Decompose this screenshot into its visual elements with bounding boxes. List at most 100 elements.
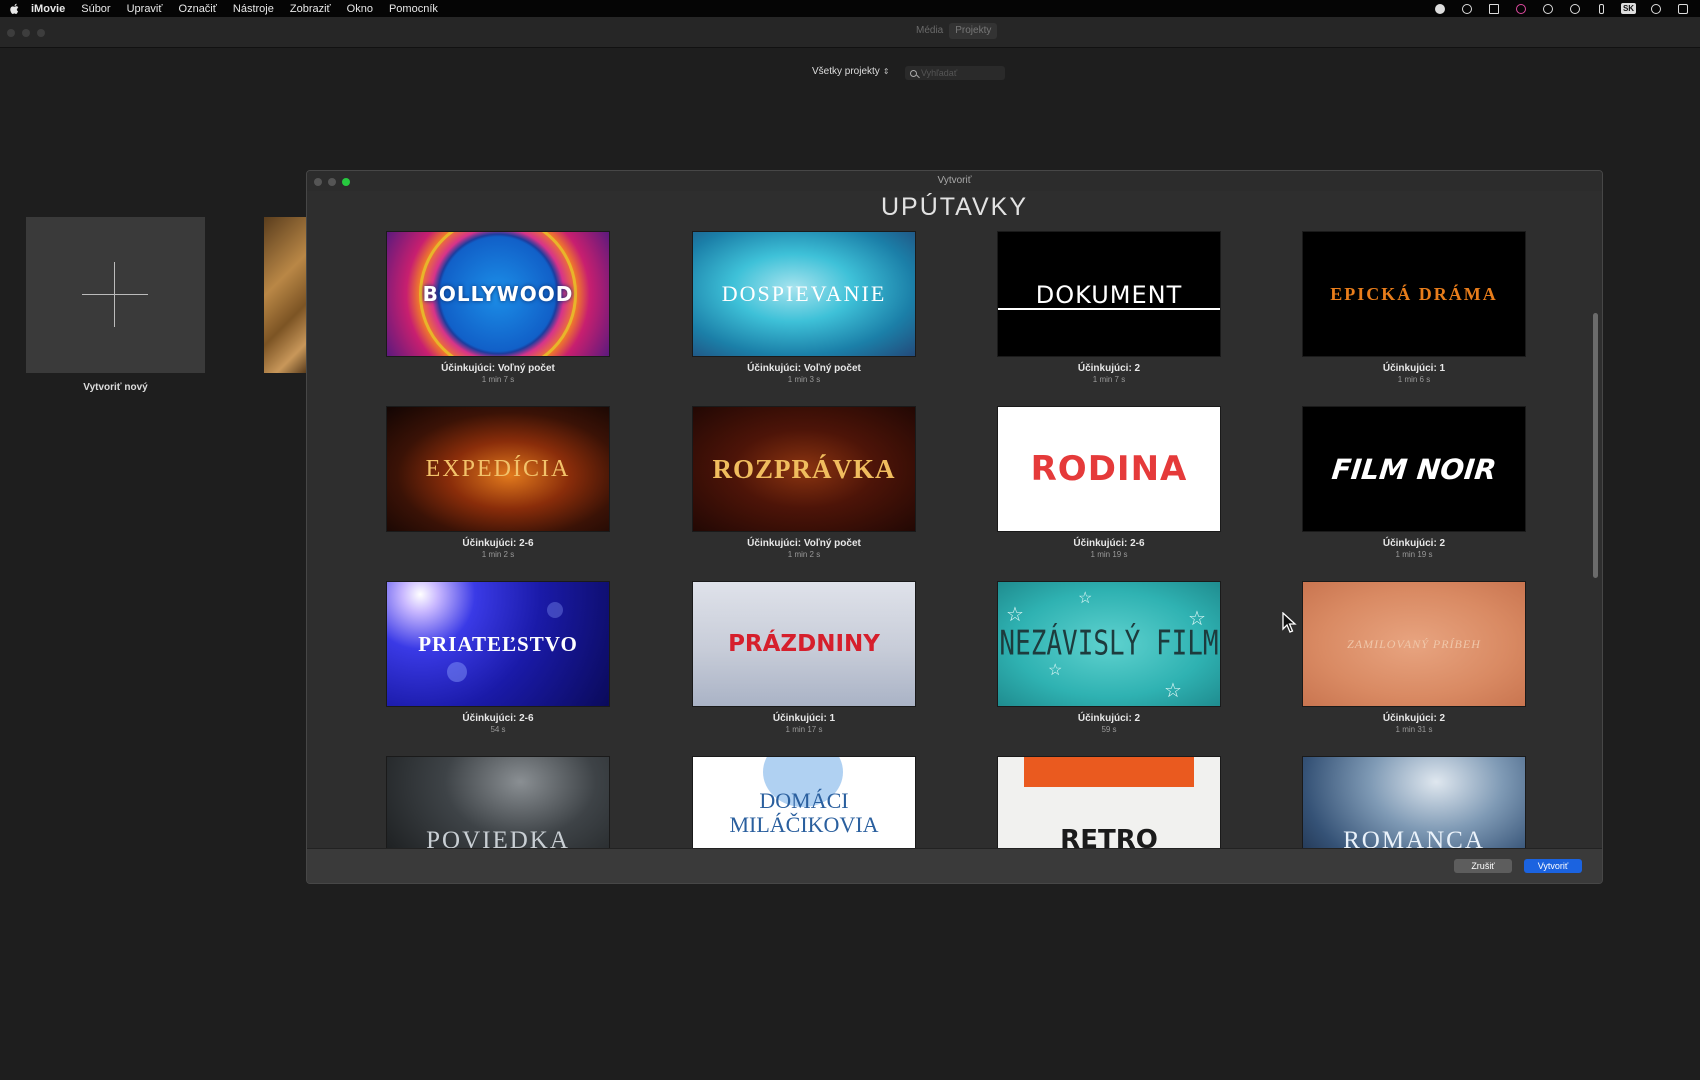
menu-edit[interactable]: Upraviť: [127, 3, 163, 15]
main-toolbar: Média Projekty: [0, 17, 1700, 48]
trailer-tile-dokument[interactable]: DOKUMENT Účinkujúci: 2 1 min 7 s: [997, 231, 1221, 384]
play-circle-icon[interactable]: [1561, 0, 1588, 17]
user-icon[interactable]: [1642, 0, 1669, 17]
create-button[interactable]: Vytvoriť: [1524, 859, 1582, 873]
bluetooth-icon[interactable]: [1588, 0, 1615, 17]
dialog-footer: Zrušiť Vytvoriť: [307, 848, 1602, 883]
trailer-tile-bollywood[interactable]: BOLLYWOOD Účinkujúci: Voľný počet 1 min …: [386, 231, 610, 384]
zoom-window-button[interactable]: [37, 29, 45, 37]
trailer-title: ROMANCA: [1343, 827, 1485, 848]
search-field[interactable]: Vyhľadať: [905, 66, 1005, 80]
plus-icon-vertical: [114, 262, 115, 327]
star-icon: ☆: [1164, 680, 1182, 702]
mouse-cursor-icon: [1282, 612, 1297, 633]
trailer-cast: Účinkujúci: 2-6: [462, 538, 534, 549]
trailer-cast: Účinkujúci: Voľný počet: [747, 363, 861, 374]
cloud-icon[interactable]: [1534, 0, 1561, 17]
trailer-tile-rodina[interactable]: RODINA Účinkujúci: 2-6 1 min 19 s: [997, 406, 1221, 559]
menu-help[interactable]: Pomocník: [389, 3, 438, 15]
trailer-duration: 1 min 2 s: [481, 550, 515, 559]
trailer-tile-expedicia[interactable]: EXPEDÍCIA Účinkujúci: 2-6 1 min 2 s: [386, 406, 610, 559]
create-dialog: Vytvoriť UPÚTAVKY BOLLYWOOD Účinkujúci: …: [306, 170, 1603, 884]
menu-bar: iMovie Súbor Upraviť Označiť Nástroje Zo…: [0, 0, 1700, 17]
trailer-tile-dospievanie[interactable]: DOSPIEVANIE Účinkujúci: Voľný počet 1 mi…: [692, 231, 916, 384]
control-center-icon[interactable]: [1669, 0, 1696, 17]
tab-projects[interactable]: Projekty: [949, 23, 998, 39]
trailer-tile-retro[interactable]: RETRO: [997, 756, 1221, 848]
menu-mark[interactable]: Označiť: [179, 3, 217, 15]
dialog-title: Vytvoriť: [937, 175, 972, 186]
trailer-thumbnail: RODINA: [997, 406, 1221, 532]
trailer-title: DOSPIEVANIE: [721, 281, 887, 306]
trailer-thumbnail: POVIEDKA: [386, 756, 610, 848]
dialog-titlebar: Vytvoriť: [307, 171, 1602, 191]
trailer-cast: Účinkujúci: 1: [772, 713, 836, 724]
trailer-cast: Účinkujúci: Voľný počet: [747, 538, 861, 549]
trailer-tile-film-noir[interactable]: FILM NOIR Účinkujúci: 2 1 min 19 s: [1302, 406, 1526, 559]
cancel-button[interactable]: Zrušiť: [1454, 859, 1512, 873]
project-thumbnail[interactable]: [264, 217, 306, 373]
trailer-thumbnail: ☆ ☆ ☆ ☆ ☆ NEZÁVISLÝ FILM: [997, 581, 1221, 707]
trailer-title: DOKUMENT: [1035, 281, 1183, 309]
browser-segmented-control: Média Projekty: [910, 23, 998, 39]
trailer-thumbnail: RETRO: [997, 756, 1221, 848]
trailer-tile-zamilovany-pribeh[interactable]: ZAMILOVANÝ PRÍBEH Účinkujúci: 2 1 min 31…: [1302, 581, 1526, 734]
trailer-title: POVIEDKA: [426, 827, 570, 848]
trailer-cast: Účinkujúci: 2-6: [462, 713, 534, 724]
trailer-thumbnail: EPICKÁ DRÁMA: [1302, 231, 1526, 357]
trailer-thumbnail: DOKUMENT: [997, 231, 1221, 357]
color-picker-icon[interactable]: [1507, 0, 1534, 17]
trailer-thumbnail: PRÁZDNINY: [692, 581, 916, 707]
list-icon[interactable]: [1480, 0, 1507, 17]
trailer-title: EPICKÁ DRÁMA: [1330, 283, 1498, 304]
trailers-heading: UPÚTAVKY: [880, 193, 1029, 221]
record-icon[interactable]: [1426, 0, 1453, 17]
trailer-duration: 1 min 7 s: [1092, 375, 1126, 384]
trailer-thumbnail: BOLLYWOOD: [386, 231, 610, 357]
trailer-thumbnail: DOSPIEVANIE: [692, 231, 916, 357]
trailer-tile-domaci-milackovia[interactable]: DOMÁCI MILÁČIKOVIA: [692, 756, 916, 848]
menu-file[interactable]: Súbor: [81, 3, 110, 15]
trailer-tile-nezavisly-film[interactable]: ☆ ☆ ☆ ☆ ☆ NEZÁVISLÝ FILM Účinkujúci: 2 5…: [997, 581, 1221, 734]
menu-window[interactable]: Okno: [347, 3, 373, 15]
trailer-title: FILM NOIR: [1330, 452, 1498, 486]
trailer-tile-priatelstvo[interactable]: PRIATEĽSTVO Účinkujúci: 2-6 54 s: [386, 581, 610, 734]
trailer-title: ROZPRÁVKA: [712, 453, 896, 484]
close-window-button[interactable]: [7, 29, 15, 37]
trailer-title: DOMÁCI MILÁČIKOVIA: [729, 788, 879, 837]
trailer-thumbnail: ZAMILOVANÝ PRÍBEH: [1302, 581, 1526, 707]
trailer-title: RODINA: [1030, 449, 1188, 489]
trailer-title: PRÁZDNINY: [728, 631, 880, 657]
vertical-scrollbar[interactable]: [1593, 313, 1598, 578]
trailer-thumbnail: EXPEDÍCIA: [386, 406, 610, 532]
trailer-tile-rozpravka[interactable]: ROZPRÁVKA Účinkujúci: Voľný počet 1 min …: [692, 406, 916, 559]
trailer-tile-romanca[interactable]: ROMANCA: [1302, 756, 1526, 848]
minimize-window-button[interactable]: [22, 29, 30, 37]
project-filter-popup[interactable]: Všetky projekty ⇕: [812, 66, 890, 77]
trailer-tile-epicka-drama[interactable]: EPICKÁ DRÁMA Účinkujúci: 1 1 min 6 s: [1302, 231, 1526, 384]
keyboard-layout-indicator[interactable]: SK: [1615, 0, 1642, 17]
brightness-icon[interactable]: [1453, 0, 1480, 17]
create-new-project-tile[interactable]: [26, 217, 205, 373]
trailer-tile-prazdniny[interactable]: PRÁZDNINY Účinkujúci: 1 1 min 17 s: [692, 581, 916, 734]
trailer-tile-poviedka[interactable]: POVIEDKA: [386, 756, 610, 848]
search-placeholder: Vyhľadať: [921, 68, 958, 78]
apple-icon[interactable]: [9, 3, 21, 15]
trailer-title: RETRO: [1060, 825, 1158, 848]
trailer-title: BOLLYWOOD: [422, 282, 574, 306]
up-down-arrows-icon: ⇕: [882, 67, 890, 76]
trailer-duration: 59 s: [1101, 725, 1117, 734]
trailer-duration: 1 min 3 s: [787, 375, 821, 384]
tab-media[interactable]: Média: [910, 23, 949, 39]
star-icon: ☆: [1006, 604, 1024, 626]
menu-view[interactable]: Zobraziť: [290, 3, 331, 15]
trailer-duration: 1 min 17 s: [785, 725, 823, 734]
menu-app-imovie[interactable]: iMovie: [31, 3, 65, 15]
trailer-duration: 1 min 6 s: [1397, 375, 1431, 384]
star-icon: ☆: [1078, 590, 1093, 607]
trailer-thumbnail: DOMÁCI MILÁČIKOVIA: [692, 756, 916, 848]
trailer-cast: Účinkujúci: 1: [1382, 363, 1446, 374]
trailer-cast: Účinkujúci: 2: [1382, 713, 1446, 724]
project-filter-label: Všetky projekty: [812, 66, 880, 77]
menu-tools[interactable]: Nástroje: [233, 3, 274, 15]
